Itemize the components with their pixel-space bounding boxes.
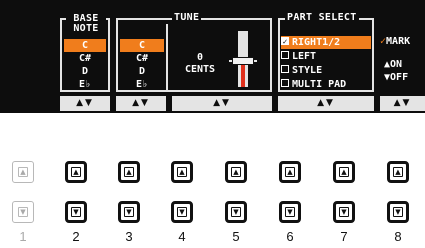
screen-illustration: BASE NOTE C C# D E♭ ▲▼ TUNE C C# D E♭ 0 …: [0, 0, 425, 248]
tune-note-item[interactable]: C: [120, 39, 164, 52]
base-note-title-line2: NOTE: [73, 23, 99, 34]
mark-off-label: OFF: [390, 72, 409, 83]
button-column-number: 8: [394, 229, 402, 244]
button-1-down[interactable]: ▼: [12, 201, 34, 223]
part-select-item-label: LEFT: [292, 51, 317, 62]
down-arrow-icon: ▼: [285, 207, 295, 217]
mark-updown-bar[interactable]: ▲▼: [380, 96, 425, 111]
down-arrow-icon: ▼: [393, 207, 403, 217]
up-arrow-icon: ▲: [339, 167, 349, 177]
checkbox-icon[interactable]: [281, 65, 289, 73]
base-note-title: BASE NOTE: [66, 14, 106, 34]
tune-note-updown-bar[interactable]: ▲▼: [116, 96, 166, 111]
up-arrow-icon: ▲: [18, 167, 28, 177]
button-column-number: 3: [125, 229, 133, 244]
part-select-item-label: MULTI PAD: [292, 79, 347, 90]
tune-note-list[interactable]: C C# D E♭: [120, 39, 164, 91]
button-7-up[interactable]: ▲: [333, 161, 355, 183]
button-3-up[interactable]: ▲: [118, 161, 140, 183]
button-column-number: 6: [286, 229, 294, 244]
tune-divider: [166, 24, 168, 90]
tune-note-item[interactable]: E♭: [120, 78, 164, 91]
button-2-down[interactable]: ▼: [65, 201, 87, 223]
mark-title-text: MARK: [386, 36, 411, 47]
tune-updown-bar[interactable]: ▲▼: [172, 96, 272, 111]
base-note-item[interactable]: C#: [64, 52, 106, 65]
mark-on-label: ON: [390, 59, 403, 70]
checkbox-icon[interactable]: [281, 51, 289, 59]
lcd-display: BASE NOTE C C# D E♭ ▲▼ TUNE C C# D E♭ 0 …: [0, 0, 425, 113]
tune-note-item[interactable]: D: [120, 65, 164, 78]
button-2-up[interactable]: ▲: [65, 161, 87, 183]
down-arrow-icon: ▼: [71, 207, 81, 217]
up-arrow-icon: ▲: [177, 167, 187, 177]
tune-title: TUNE: [172, 12, 202, 23]
part-select-item[interactable]: MULTI PAD: [281, 78, 371, 91]
down-arrow-icon: ▼: [18, 207, 28, 217]
button-5-down[interactable]: ▼: [225, 201, 247, 223]
up-arrow-icon: ▲: [231, 167, 241, 177]
button-8-up[interactable]: ▲: [387, 161, 409, 183]
part-select-item-label: STYLE: [292, 65, 323, 76]
tune-value: 0: [196, 52, 204, 63]
mark-on-option[interactable]: ▲ON: [384, 58, 408, 71]
down-arrow-icon: ▼: [339, 207, 349, 217]
base-note-list[interactable]: C C# D E♭: [64, 39, 106, 91]
base-note-updown-bar[interactable]: ▲▼: [60, 96, 110, 111]
base-note-item[interactable]: C: [64, 39, 106, 52]
tune-readout: 0 CENTS: [180, 52, 220, 76]
down-arrow-icon: ▼: [177, 207, 187, 217]
part-select-item[interactable]: LEFT: [281, 50, 371, 63]
checkbox-icon[interactable]: [281, 79, 289, 87]
mark-title: ✓MARK: [380, 36, 410, 47]
button-8-down[interactable]: ▼: [387, 201, 409, 223]
part-select-item-label: RIGHT1/2: [292, 37, 341, 48]
part-select-updown-bar[interactable]: ▲▼: [278, 96, 374, 111]
part-select-title: PART SELECT: [285, 12, 359, 23]
button-column-number: 5: [232, 229, 240, 244]
base-note-item[interactable]: E♭: [64, 78, 106, 91]
button-7-down[interactable]: ▼: [333, 201, 355, 223]
button-5-up[interactable]: ▲: [225, 161, 247, 183]
button-4-down[interactable]: ▼: [171, 201, 193, 223]
up-arrow-icon: ▲: [124, 167, 134, 177]
mark-options[interactable]: ▲ON ▼OFF: [384, 58, 408, 84]
up-arrow-icon: ▲: [71, 167, 81, 177]
up-arrow-icon: ▲: [285, 167, 295, 177]
base-note-item[interactable]: D: [64, 65, 106, 78]
down-arrow-icon: ▼: [231, 207, 241, 217]
tune-slider-knob[interactable]: [232, 57, 254, 65]
button-4-up[interactable]: ▲: [171, 161, 193, 183]
part-select-item[interactable]: ✓ RIGHT1/2: [281, 36, 371, 49]
button-column-number: 2: [72, 229, 80, 244]
button-6-down[interactable]: ▼: [279, 201, 301, 223]
button-column-number: 1: [19, 229, 27, 244]
tune-unit: CENTS: [184, 64, 216, 75]
button-3-down[interactable]: ▼: [118, 201, 140, 223]
mark-off-option[interactable]: ▼OFF: [384, 71, 408, 84]
part-select-item[interactable]: STYLE: [281, 64, 371, 77]
checkbox-checked-icon[interactable]: ✓: [281, 37, 289, 46]
up-arrow-icon: ▲: [393, 167, 403, 177]
button-column-number: 4: [178, 229, 186, 244]
down-arrow-icon: ▼: [124, 207, 134, 217]
button-6-up[interactable]: ▲: [279, 161, 301, 183]
button-1-up[interactable]: ▲: [12, 161, 34, 183]
button-column-number: 7: [340, 229, 348, 244]
tune-note-item[interactable]: C#: [120, 52, 164, 65]
